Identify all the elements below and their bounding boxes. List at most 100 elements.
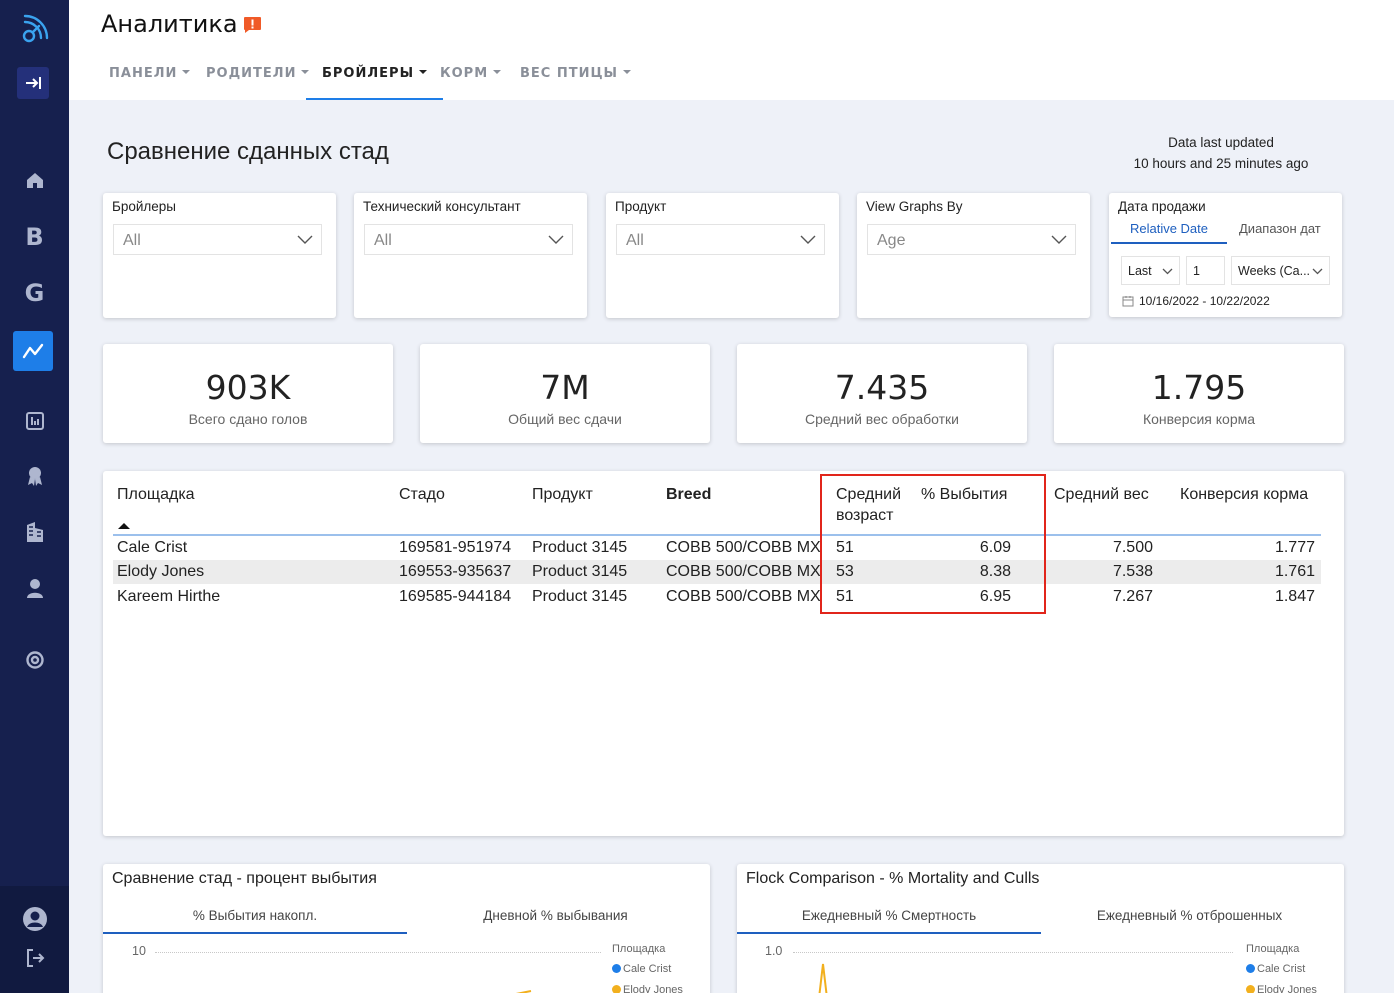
- cell-product: Product 3145: [532, 539, 628, 556]
- view-graphs-by-select[interactable]: Age: [867, 224, 1076, 255]
- chevron-down-icon: [800, 235, 816, 244]
- legend-dot: [1246, 985, 1255, 993]
- chevron-down-icon: [623, 69, 632, 74]
- tab-date-range[interactable]: Диапазон дат: [1239, 221, 1321, 236]
- table-row[interactable]: Elody Jones 169553-935637 Product 3145 C…: [113, 560, 1321, 584]
- legend-item[interactable]: Elody Jones: [612, 984, 683, 993]
- col-header-product[interactable]: Продукт: [532, 484, 593, 505]
- tech-consultant-select[interactable]: All: [364, 224, 573, 255]
- tab-feed[interactable]: КОРМ: [440, 66, 502, 100]
- col-header-avg-weight[interactable]: Средний вес: [1054, 484, 1149, 505]
- cell-breed: COBB 500/COBB MX: [666, 563, 821, 580]
- filter-view-graphs-by: View Graphs By Age: [857, 193, 1090, 318]
- buildings-icon[interactable]: [0, 520, 69, 544]
- series-line-elody: [818, 963, 828, 993]
- legend-item[interactable]: Cale Crist: [612, 963, 671, 975]
- table-row[interactable]: Kareem Hirthe 169585-944184 Product 3145…: [113, 585, 1321, 609]
- chevron-down-icon: [419, 69, 428, 74]
- tab-relative-date[interactable]: Relative Date: [1111, 221, 1227, 244]
- home-icon[interactable]: [0, 168, 69, 192]
- tab-panels[interactable]: ПАНЕЛИ: [109, 66, 191, 100]
- reports-icon[interactable]: [0, 409, 69, 433]
- y-axis-tick: 10: [132, 944, 146, 958]
- legend-item[interactable]: Cale Crist: [1246, 963, 1305, 975]
- relative-count-input[interactable]: 1: [1186, 256, 1225, 285]
- legend-label: Elody Jones: [1257, 984, 1317, 993]
- product-select[interactable]: All: [616, 224, 825, 255]
- tab-daily-culls-percent[interactable]: Ежедневный % отброшенных: [1057, 908, 1322, 923]
- cell-site: Kareem Hirthe: [117, 588, 221, 605]
- tab-cumulative-mortality[interactable]: % Выбытия накопл.: [103, 908, 407, 923]
- relative-mode-select[interactable]: Last: [1121, 256, 1180, 285]
- page-title: Сравнение сданных стад: [107, 138, 389, 165]
- relative-unit-select[interactable]: Weeks (Ca...: [1231, 256, 1330, 285]
- legend-title: Площадка: [612, 943, 666, 955]
- user-avatar-icon[interactable]: [0, 906, 69, 932]
- g-icon[interactable]: G: [0, 278, 69, 308]
- sort-ascending-icon[interactable]: [118, 523, 130, 529]
- collapse-sidebar-button[interactable]: [17, 67, 49, 99]
- chevron-down-icon: [1051, 235, 1067, 244]
- select-value: Weeks (Ca...: [1238, 264, 1311, 278]
- filter-label: Бройлеры: [112, 199, 177, 214]
- tab-parents[interactable]: РОДИТЕЛИ: [206, 66, 310, 100]
- tab-broilers[interactable]: БРОЙЛЕРЫ: [306, 66, 444, 100]
- chevron-down-icon: [493, 69, 502, 74]
- top-header: Аналитика ПАНЕЛИ РОДИТЕЛИ БРОЙЛЕРЫ КОРМ …: [69, 0, 1394, 100]
- legend-item[interactable]: Elody Jones: [1246, 984, 1317, 993]
- tab-daily-mortality-percent[interactable]: Ежедневный % Смертность: [737, 908, 1041, 923]
- filter-label: Дата продажи: [1118, 199, 1206, 214]
- cell-weight: 7.267: [1112, 588, 1153, 605]
- logout-icon[interactable]: [0, 946, 69, 970]
- legend-label: Cale Crist: [623, 963, 672, 975]
- chevron-down-icon: [297, 235, 313, 244]
- chevron-down-icon: [1162, 268, 1173, 275]
- col-header-breed[interactable]: Breed: [666, 484, 711, 505]
- col-header-site[interactable]: Площадка: [117, 484, 195, 505]
- y-axis-tick: 1.0: [765, 944, 783, 958]
- calendar-icon: [1122, 296, 1134, 307]
- cell-breed: COBB 500/COBB MX: [666, 539, 821, 556]
- select-value: Last: [1128, 264, 1152, 278]
- col-header-flock[interactable]: Стадо: [399, 484, 445, 505]
- tab-daily-mortality[interactable]: Дневной % выбывания: [423, 908, 688, 923]
- select-value: All: [626, 232, 644, 249]
- analytics-nav-button[interactable]: [13, 331, 53, 371]
- col-header-fcr[interactable]: Конверсия корма: [1180, 484, 1308, 505]
- tab-bird-weight[interactable]: ВЕС ПТИЦЫ: [520, 66, 632, 100]
- broilers-select[interactable]: All: [113, 224, 322, 255]
- kpi-label: Общий вес сдачи: [508, 411, 622, 427]
- kpi-label: Конверсия корма: [1142, 411, 1256, 427]
- filter-broilers: Бройлеры All: [103, 193, 336, 318]
- legend-dot: [612, 964, 621, 973]
- support-icon[interactable]: [0, 648, 69, 672]
- filter-sale-date: Дата продажи Relative Date Диапазон дат …: [1109, 193, 1342, 317]
- b-icon[interactable]: B: [0, 222, 69, 252]
- cell-breed: COBB 500/COBB MX: [666, 588, 821, 605]
- cell-fcr: 1.777: [1274, 539, 1315, 556]
- cell-fcr: 1.847: [1274, 588, 1315, 605]
- app-title: Аналитика: [101, 10, 238, 38]
- alert-icon[interactable]: [243, 16, 262, 34]
- filter-label: Продукт: [615, 199, 667, 214]
- cell-weight: 7.500: [1112, 539, 1153, 556]
- cell-flock: 169553-935637: [399, 563, 512, 580]
- data-updated-info: Data last updated 10 hours and 25 minute…: [1100, 132, 1342, 174]
- person-icon[interactable]: [0, 576, 69, 600]
- input-value: 1: [1193, 264, 1200, 278]
- table-row[interactable]: Cale Crist 169581-951974 Product 3145 CO…: [113, 536, 1321, 560]
- chevron-down-icon: [548, 235, 564, 244]
- filter-label: View Graphs By: [866, 199, 963, 214]
- cell-site: Cale Crist: [117, 539, 188, 556]
- legend-label: Elody Jones: [623, 984, 683, 993]
- chart-card-mortality-culls: Flock Comparison - % Mortality and Culls…: [737, 864, 1344, 993]
- filter-label: Технический консультант: [363, 199, 521, 214]
- collapse-icon: [26, 77, 41, 89]
- kpi-value: 7.435: [834, 368, 930, 407]
- chevron-down-icon: [182, 69, 191, 74]
- awards-icon[interactable]: [0, 464, 69, 488]
- logo-icon[interactable]: [0, 10, 69, 46]
- cell-fcr: 1.761: [1274, 563, 1315, 580]
- kpi-value: 903K: [205, 368, 291, 407]
- flock-comparison-table: Площадка Стадо Продукт Breed Средний воз…: [103, 471, 1344, 836]
